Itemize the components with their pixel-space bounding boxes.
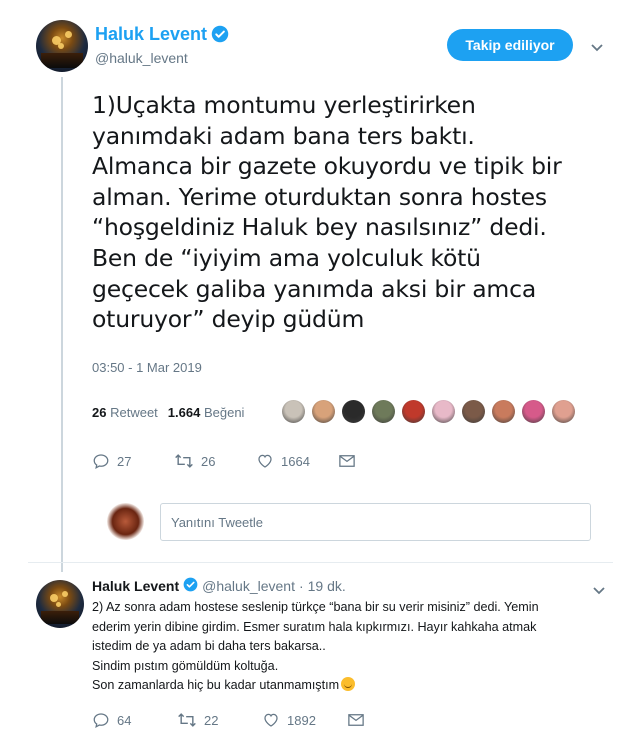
liker-avatar[interactable] [462, 400, 485, 423]
divider [28, 562, 613, 563]
reply-input[interactable]: Yanıtını Tweetle [160, 503, 591, 541]
retweet-button[interactable]: 26 [174, 452, 256, 470]
heart-icon [258, 454, 272, 468]
liker-avatar[interactable] [342, 400, 365, 423]
liker-avatar[interactable] [432, 400, 455, 423]
like-button[interactable]: 1892 [262, 711, 347, 729]
verified-badge-icon [183, 577, 198, 595]
tweet-stats: 26 Retweet 1.664 Beğeni [92, 405, 244, 420]
reply-icon [93, 454, 109, 469]
liker-avatar[interactable] [312, 400, 335, 423]
liker-avatar[interactable] [282, 400, 305, 423]
retweet-stat-label: Retweet [110, 405, 158, 420]
reply-tweet-actions: 64 22 1892 [92, 711, 432, 729]
author-handle[interactable]: @haluk_levent [95, 50, 188, 66]
reply-text-line: Sindim pıstım gömüldüm koltuğa. [92, 658, 279, 673]
liker-avatar[interactable] [552, 400, 575, 423]
like-stat-label: Beğeni [203, 405, 245, 420]
retweet-stat-count: 26 [92, 405, 107, 420]
reply-author-name[interactable]: Haluk Levent [92, 578, 179, 594]
current-user-avatar [107, 503, 144, 540]
liker-avatar[interactable] [522, 400, 545, 423]
reply-author-avatar[interactable] [36, 580, 84, 628]
reply-icon [93, 713, 109, 728]
direct-message-button[interactable] [338, 453, 420, 469]
tweet-text: 1)Uçakta montumu yerleştirirken yanımdak… [92, 91, 562, 334]
liker-avatar[interactable] [372, 400, 395, 423]
reply-author-handle[interactable]: @haluk_levent [202, 578, 295, 594]
retweet-icon [178, 713, 196, 727]
tweet-timestamp[interactable]: 03:50 - 1 Mar 2019 [92, 360, 202, 375]
smiling-face-emoji-icon [341, 677, 356, 691]
like-count: 1892 [287, 712, 316, 728]
liker-avatar[interactable] [492, 400, 515, 423]
reply-text-line: ederim yerin dibine girdim. Esmer suratı… [92, 619, 537, 634]
reply-separator: · [298, 578, 304, 594]
reply-text-line: istedim de ya adam bi daha ters bakarsa.… [92, 639, 326, 653]
reply-text: 2) Az sonra adam hostese seslenip türkçe… [92, 598, 602, 696]
retweet-count: 26 [201, 453, 216, 469]
author-avatar[interactable] [36, 20, 88, 72]
retweet-stat[interactable]: 26 Retweet [92, 405, 158, 420]
reply-count: 27 [117, 453, 132, 469]
liker-avatar[interactable] [402, 400, 425, 423]
direct-message-button[interactable] [347, 712, 432, 728]
retweet-button[interactable]: 22 [177, 711, 262, 729]
verified-badge-icon [211, 25, 229, 48]
retweet-count: 22 [204, 712, 219, 728]
following-button[interactable]: Takip ediliyor [447, 29, 573, 61]
liker-avatars [282, 400, 575, 423]
thread-line [61, 77, 63, 572]
tweet-actions: 27 26 1664 [92, 452, 420, 470]
author-name[interactable]: Haluk Levent [95, 24, 207, 45]
envelope-icon [339, 455, 355, 467]
retweet-icon [175, 454, 193, 468]
reply-text-line: Son zamanlarda hiç bu kadar utanmamıştım [92, 678, 340, 692]
reply-button[interactable]: 27 [92, 452, 174, 470]
reply-header: Haluk Levent @haluk_levent · 19 dk. [92, 577, 346, 595]
envelope-icon [348, 714, 364, 726]
like-stat-count: 1.664 [167, 405, 201, 420]
reply-time[interactable]: 19 dk. [308, 578, 346, 594]
reply-text-line-last: Son zamanlarda hiç bu kadar utanmamıştım [92, 676, 602, 696]
like-stat[interactable]: 1.664 Beğeni [168, 405, 245, 420]
reply-text-line: 2) Az sonra adam hostese seslenip türkçe… [92, 600, 539, 614]
heart-icon [264, 713, 278, 727]
chevron-down-icon[interactable] [591, 39, 603, 57]
like-count: 1664 [281, 453, 310, 469]
reply-button[interactable]: 64 [92, 711, 177, 729]
like-button[interactable]: 1664 [256, 452, 338, 470]
reply-count: 64 [117, 712, 132, 728]
